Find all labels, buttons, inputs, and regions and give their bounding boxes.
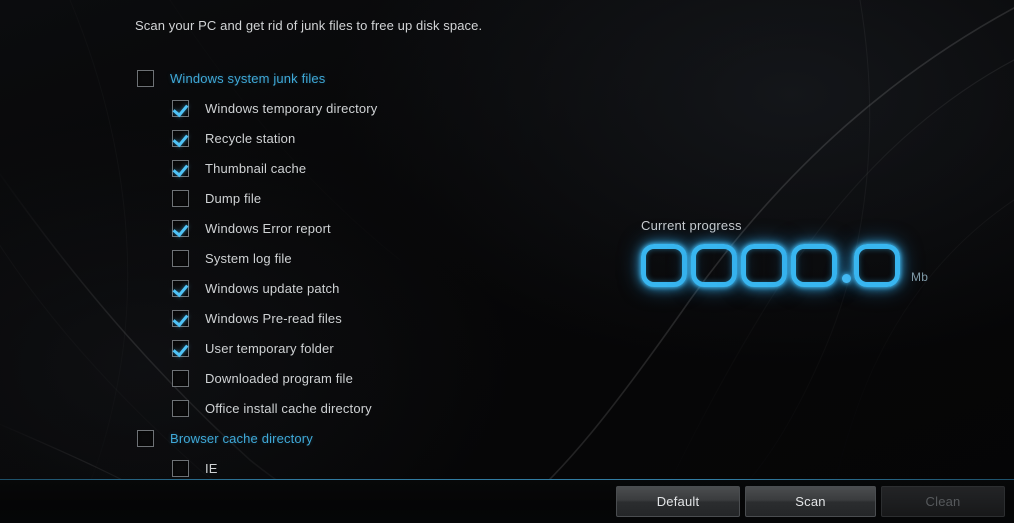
junk-list-item[interactable]: Thumbnail cache [0, 153, 560, 183]
footer-bar: Default Scan Clean [0, 479, 1014, 523]
checkbox-unchecked-icon[interactable] [172, 369, 189, 387]
checkbox-checked-icon[interactable] [172, 339, 189, 357]
junk-list-item-label: Downloaded program file [205, 370, 353, 386]
instruction-text: Scan your PC and get rid of junk files t… [135, 18, 483, 33]
junk-list-item[interactable]: Downloaded program file [0, 363, 560, 393]
junk-list-item-label: Office install cache directory [205, 400, 372, 416]
checkbox-checked-icon[interactable] [172, 309, 189, 327]
junk-list-item-label: IE [205, 460, 218, 476]
junk-list-item[interactable]: Windows Error report [0, 213, 560, 243]
junk-list-item-label: Windows temporary directory [205, 100, 378, 116]
junk-list-item-label: Browser cache directory [170, 430, 313, 446]
progress-digit-3 [741, 244, 787, 287]
junk-list-item[interactable]: Browser cache directory [0, 423, 560, 453]
junk-list-item[interactable]: System log file [0, 243, 560, 273]
checkbox-unchecked-icon[interactable] [172, 459, 189, 477]
clean-button: Clean [881, 486, 1005, 517]
junk-list-item-label: System log file [205, 250, 292, 266]
junk-list-item-label: User temporary folder [205, 340, 334, 356]
checkbox-unchecked-icon[interactable] [137, 69, 154, 87]
junk-list-item[interactable]: Windows update patch [0, 273, 560, 303]
junk-list-item-label: Dump file [205, 190, 262, 206]
current-progress-label: Current progress [641, 218, 742, 233]
junk-list-item[interactable]: Windows system junk files [0, 63, 560, 93]
progress-digit-1 [641, 244, 687, 287]
junk-category-list: Windows system junk files Windows tempora… [0, 63, 560, 483]
junk-list-item[interactable]: Office install cache directory [0, 393, 560, 423]
junk-list-item-label: Recycle station [205, 130, 296, 146]
checkbox-unchecked-icon[interactable] [172, 399, 189, 417]
junk-list-item[interactable]: User temporary folder [0, 333, 560, 363]
checkbox-checked-icon[interactable] [172, 99, 189, 117]
junk-list-item-label: Windows update patch [205, 280, 340, 296]
current-progress-panel: Current progress Mb [641, 218, 928, 287]
junk-list-item-label: Windows Pre-read files [205, 310, 342, 326]
default-button[interactable]: Default [616, 486, 740, 517]
progress-digit-decimal [854, 244, 900, 287]
checkbox-checked-icon[interactable] [172, 129, 189, 147]
checkbox-checked-icon[interactable] [172, 279, 189, 297]
junk-list-item-label: Thumbnail cache [205, 160, 307, 176]
junk-list-item-label: Windows system junk files [170, 70, 326, 86]
checkbox-unchecked-icon[interactable] [172, 189, 189, 207]
junk-list-item[interactable]: Dump file [0, 183, 560, 213]
footer-button-group: Default Scan Clean [616, 486, 1005, 517]
junk-list-item-label: Windows Error report [205, 220, 331, 236]
junk-cleaner-window: Scan your PC and get rid of junk files t… [0, 0, 1014, 523]
checkbox-checked-icon[interactable] [172, 159, 189, 177]
progress-unit-label: Mb [911, 270, 929, 284]
junk-list-item[interactable]: Windows Pre-read files [0, 303, 560, 333]
footer-separator-line [0, 479, 1014, 480]
checkbox-unchecked-icon[interactable] [137, 429, 154, 447]
scan-button[interactable]: Scan [745, 486, 876, 517]
main-content: Scan your PC and get rid of junk files t… [0, 0, 1014, 479]
junk-list-item[interactable]: Recycle station [0, 123, 560, 153]
checkbox-unchecked-icon[interactable] [172, 249, 189, 267]
progress-decimal-point [842, 274, 851, 283]
progress-digit-4 [791, 244, 837, 287]
checkbox-checked-icon[interactable] [172, 219, 189, 237]
progress-digit-2 [691, 244, 737, 287]
junk-list-item[interactable]: Windows temporary directory [0, 93, 560, 123]
progress-readout: Mb [641, 244, 928, 287]
